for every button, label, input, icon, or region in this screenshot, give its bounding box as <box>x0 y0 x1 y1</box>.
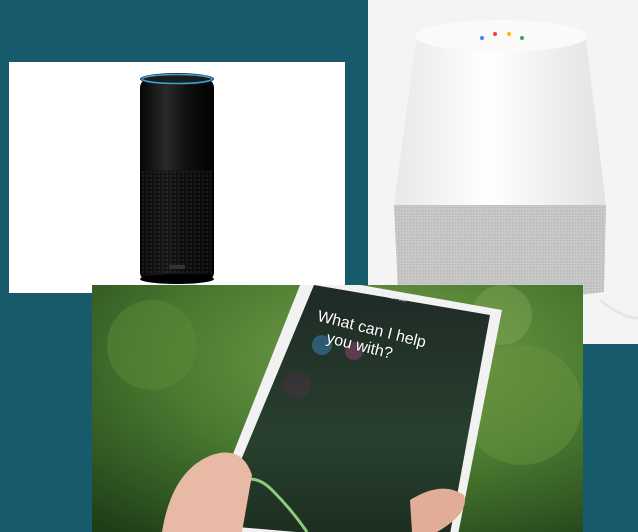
led-dot-blue <box>480 36 484 40</box>
echo-speaker-illustration <box>140 73 214 284</box>
siri-iphone-photo: 9:23 AM What can I help you with? <box>92 285 583 532</box>
echo-photo <box>9 62 345 293</box>
led-dot-green <box>520 36 524 40</box>
led-dot-red <box>493 32 497 36</box>
led-dot-yellow <box>507 32 511 36</box>
